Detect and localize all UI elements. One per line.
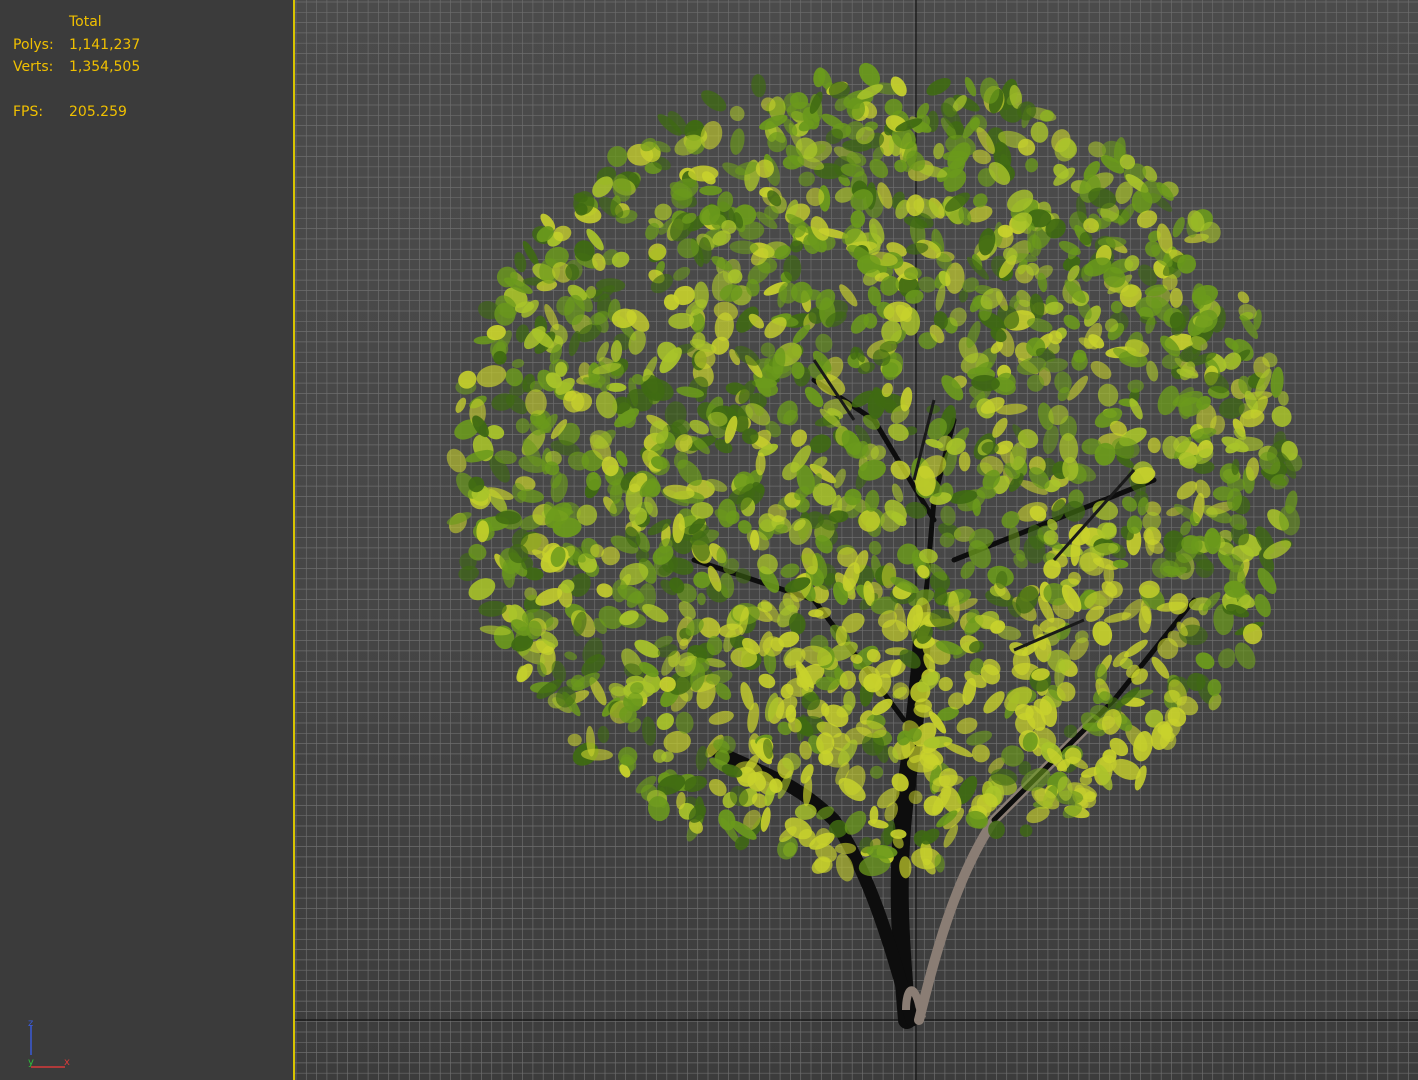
leaf-cluster	[699, 185, 723, 196]
leaf-cluster	[1147, 437, 1161, 454]
leaf-cluster	[696, 592, 706, 606]
leaf-cluster	[596, 583, 614, 598]
leaf-cluster	[1218, 648, 1236, 669]
leaf-cluster	[1042, 425, 1059, 455]
axis-gizmo-icon: z y x	[28, 1018, 70, 1068]
leaf-cluster	[511, 358, 525, 369]
leaf-cluster	[758, 673, 776, 689]
leaf-cluster	[926, 77, 951, 96]
x-axis-label: x	[64, 1057, 70, 1068]
leaf-cluster	[455, 397, 467, 413]
verts-value: 1,354,505	[69, 59, 141, 75]
leaf-cluster	[1126, 515, 1143, 534]
fps-label: FPS:	[13, 104, 44, 120]
leaf-cluster	[1097, 383, 1119, 407]
leaf-cluster	[1090, 360, 1112, 380]
leaf-cluster	[729, 105, 745, 122]
leaf-cluster	[641, 716, 657, 746]
leaf-cluster	[757, 553, 778, 575]
leaf-cluster	[607, 146, 628, 167]
fps-value: 205.259	[69, 104, 127, 120]
leaf-cluster	[515, 418, 530, 434]
leaf-cluster	[981, 441, 999, 455]
leaf-cluster	[1168, 593, 1189, 615]
active-viewport-border	[293, 0, 295, 1080]
leaf-cluster	[1195, 652, 1215, 670]
leaf-cluster	[868, 540, 882, 555]
leaf-cluster	[881, 320, 902, 344]
leaf-cluster	[1172, 216, 1185, 238]
leaf-cluster	[516, 663, 533, 683]
leaf-cluster	[688, 165, 719, 182]
leaf-cluster	[564, 651, 578, 661]
polys-label: Polys:	[13, 36, 54, 53]
y-axis-label: y	[28, 1057, 34, 1068]
leaf-cluster	[701, 90, 727, 112]
verts-label: Verts:	[13, 59, 54, 75]
leaf-cluster	[815, 676, 839, 691]
polys-value: 1,141,237	[69, 36, 141, 53]
leaf-cluster	[1092, 621, 1113, 646]
leaf-cluster	[656, 712, 674, 731]
leaf-cluster	[1030, 121, 1049, 143]
leaf-cluster	[798, 171, 815, 187]
leaf-cluster	[1071, 352, 1088, 371]
leaf-cluster	[964, 76, 977, 97]
statistics-overlay: Total Polys: 1,141,237 Verts: 1,354,505 …	[13, 11, 140, 124]
leaf-cluster	[1237, 291, 1250, 304]
leaf-cluster	[476, 365, 507, 388]
z-axis-label: z	[28, 1018, 33, 1029]
leaf-cluster	[708, 710, 734, 725]
leaf-cluster	[1169, 287, 1183, 308]
leaf-cluster	[749, 529, 760, 551]
tree-model[interactable]	[294, 0, 1418, 1080]
leaf-cluster	[567, 733, 582, 747]
leaf-cluster	[935, 284, 946, 311]
leaf-cluster	[458, 565, 480, 582]
stats-header-total: Total	[69, 14, 102, 30]
leaf-cluster	[958, 451, 971, 472]
leaf-cluster	[673, 266, 691, 281]
leaf-cluster	[809, 434, 832, 454]
leaf-cluster	[1271, 406, 1292, 427]
leaf-cluster	[1025, 158, 1039, 173]
leaf-cluster	[1127, 379, 1144, 393]
leaf-cluster	[1254, 593, 1271, 618]
viewport-stats-panel: Total Polys: 1,141,237 Verts: 1,354,505 …	[0, 0, 294, 1080]
leaf-cluster	[1019, 824, 1033, 837]
leaf-cluster	[595, 391, 618, 419]
3d-viewport[interactable]	[294, 0, 1418, 1080]
leaf-cluster	[730, 128, 745, 155]
leaf-cluster	[983, 691, 1005, 714]
leaf-cluster	[597, 725, 610, 744]
leaf-cluster	[751, 74, 766, 98]
leaf-cluster	[870, 765, 884, 779]
leaf-cluster	[940, 505, 956, 526]
